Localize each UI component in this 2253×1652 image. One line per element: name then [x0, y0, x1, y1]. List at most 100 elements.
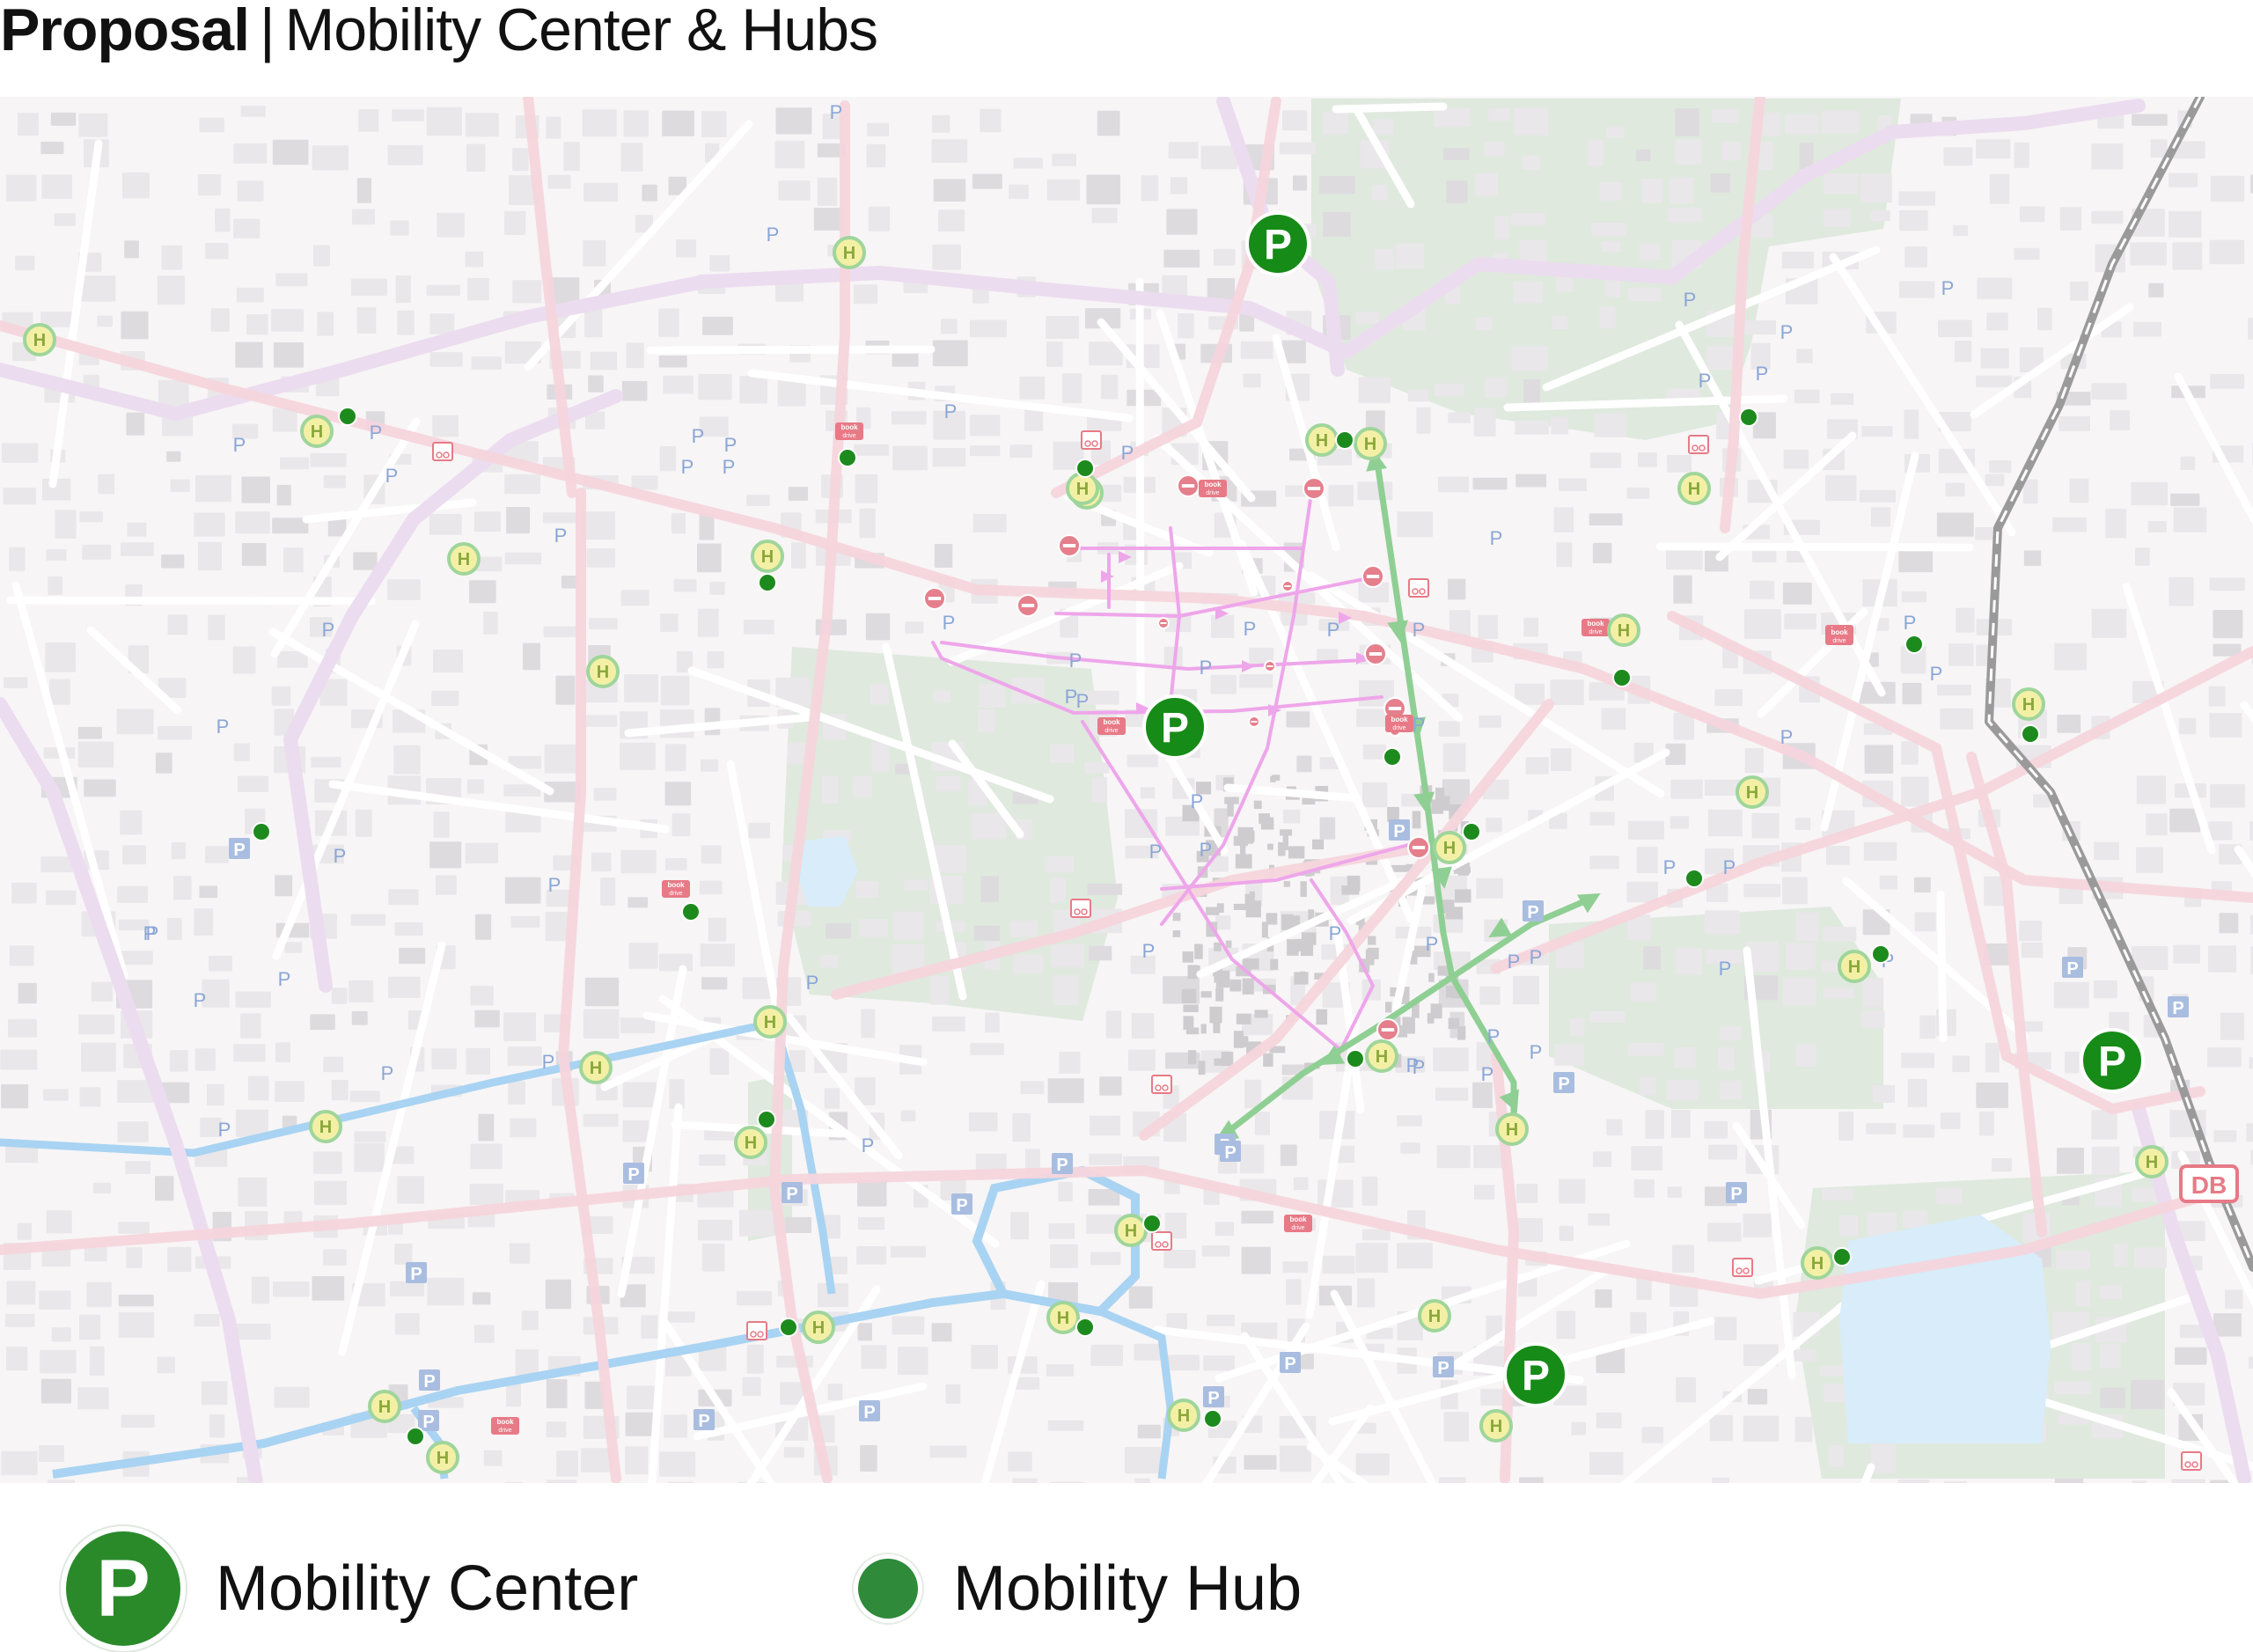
- building-block: [1976, 139, 2011, 159]
- building-block: [1293, 175, 1308, 191]
- building-block: [743, 620, 774, 635]
- legend-center-label: Mobility Center: [216, 1553, 639, 1624]
- building-block: [1229, 979, 1242, 992]
- building-block: [394, 922, 423, 936]
- building-block: [356, 178, 371, 203]
- building-block: [2019, 206, 2045, 223]
- building-block: [972, 812, 1007, 840]
- building-block: [1747, 1389, 1768, 1405]
- building-block: [1446, 180, 1468, 203]
- building-block: [49, 679, 70, 705]
- building-block: [1182, 951, 1193, 963]
- building-block: [353, 552, 378, 570]
- building-block: [1253, 800, 1262, 810]
- building-block: [122, 173, 150, 199]
- building-block: [936, 775, 961, 792]
- building-block: [1795, 912, 1818, 942]
- building-block: [1237, 826, 1254, 844]
- building-block: [1862, 978, 1884, 1008]
- building-block: [1266, 913, 1278, 925]
- parking-box-label: P: [422, 1413, 434, 1432]
- building-block: [1046, 1364, 1075, 1377]
- building-block: [1233, 903, 1246, 910]
- building-block: [1825, 846, 1850, 865]
- building-block: [469, 580, 496, 604]
- building-block: [233, 143, 268, 164]
- building-block: [120, 810, 143, 835]
- building-block: [120, 951, 153, 966]
- building-block: [1870, 507, 1891, 527]
- parking-label: P: [1426, 933, 1439, 955]
- building-block: [1940, 708, 1974, 730]
- building-block: [1782, 977, 1816, 1006]
- building-block: [1412, 811, 1421, 829]
- building-block: [660, 613, 679, 632]
- parking-label: P: [1413, 714, 1426, 736]
- building-block: [1051, 943, 1084, 967]
- building-block: [2132, 114, 2168, 126]
- building-block: [663, 375, 694, 394]
- building-block: [1714, 1317, 1737, 1340]
- building-block: [2131, 481, 2168, 506]
- building-block: [2208, 686, 2226, 707]
- building-block: [1863, 841, 1897, 861]
- building-block: [387, 144, 423, 165]
- building-block: [3, 488, 36, 505]
- parking-label: P: [233, 434, 246, 456]
- building-block: [980, 108, 1002, 133]
- building-block: [931, 1323, 952, 1342]
- building-block: [465, 113, 499, 137]
- building-block: [18, 982, 37, 1004]
- building-block: [271, 686, 291, 706]
- building-block: [194, 908, 214, 936]
- building-block: [1215, 1222, 1235, 1237]
- building-block: [1785, 114, 1819, 135]
- book-drive-label: drive: [1392, 725, 1405, 731]
- building-block: [1879, 875, 1897, 890]
- building-block: [48, 576, 63, 595]
- building-block: [2065, 1051, 2080, 1074]
- building-block: [1166, 209, 1198, 235]
- building-block: [158, 379, 189, 407]
- building-block: [746, 495, 770, 506]
- building-block: [167, 1246, 192, 1273]
- building-block: [1254, 1010, 1268, 1018]
- building-block: [1009, 184, 1029, 199]
- building-block: [429, 352, 463, 367]
- bus-stop-label: H: [1506, 1120, 1518, 1140]
- building-block: [1168, 142, 1199, 159]
- building-block: [1416, 407, 1431, 434]
- building-block: [556, 1450, 578, 1477]
- parking-label: P: [1142, 940, 1156, 962]
- building-block: [79, 1314, 101, 1340]
- building-block: [1052, 153, 1076, 166]
- building-block: [2091, 1110, 2117, 1140]
- city-map[interactable]: PPPPPP PP PPPPPPPPPP PPPPPPPPPPP PPP PPPP PPPP…: [0, 97, 2253, 1483]
- building-block: [1012, 1112, 1031, 1142]
- mobility-hub-marker: [1335, 430, 1354, 450]
- mobility-hub-marker: [338, 407, 357, 426]
- building-block: [1244, 1455, 1277, 1470]
- building-block: [1488, 108, 1510, 121]
- building-block: [1294, 938, 1309, 951]
- book-drive-label: drive: [1291, 1225, 1304, 1231]
- building-block: [1898, 281, 1935, 298]
- no-entry-bar: [1381, 1028, 1395, 1032]
- building-block: [2210, 374, 2245, 389]
- building-block: [166, 451, 181, 462]
- building-block: [356, 306, 377, 334]
- building-block: [2070, 281, 2088, 301]
- building-block: [1556, 542, 1573, 568]
- mobility-hub-icon: [858, 1559, 918, 1619]
- building-block: [1430, 1003, 1442, 1019]
- building-block: [312, 145, 349, 171]
- building-block: [583, 239, 606, 267]
- building-block: [4, 1313, 35, 1327]
- building-block: [591, 852, 612, 872]
- building-block: [1628, 1042, 1664, 1056]
- building-block: [78, 1014, 115, 1035]
- building-block: [547, 1479, 577, 1483]
- building-block: [1170, 177, 1188, 195]
- building-block: [736, 1290, 773, 1306]
- building-block: [586, 548, 616, 568]
